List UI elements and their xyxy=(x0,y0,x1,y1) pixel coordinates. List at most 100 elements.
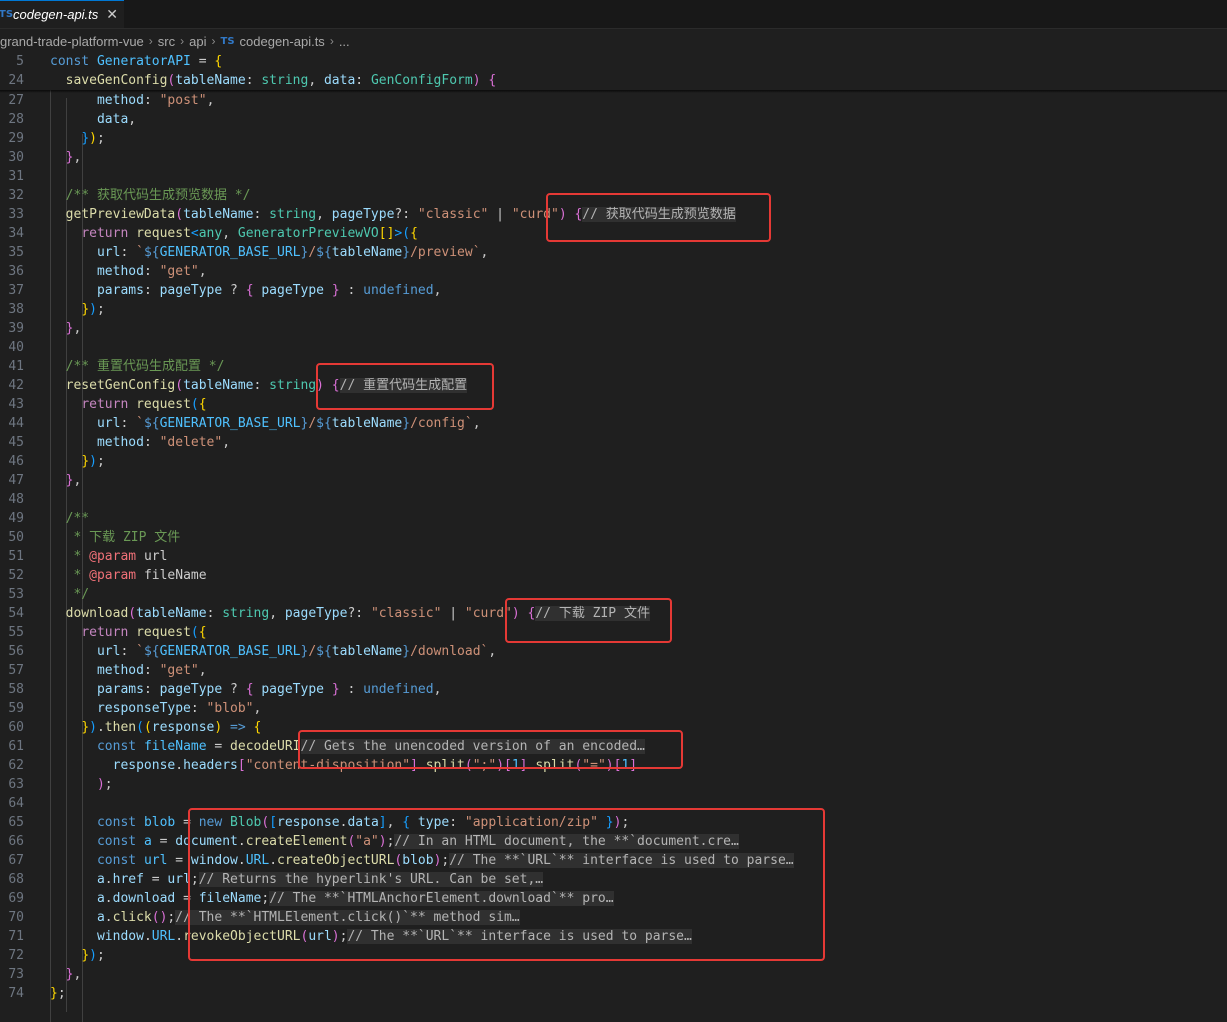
code-line[interactable]: 35 url: `${GENERATOR_BASE_URL}/${tableNa… xyxy=(0,243,1227,262)
line-number: 46 xyxy=(8,454,24,469)
breadcrumb-item-symbols[interactable]: ... xyxy=(339,34,350,49)
code-line[interactable]: 48 xyxy=(0,490,1227,509)
code-line[interactable]: 24 saveGenConfig(tableName: string, data… xyxy=(0,71,1227,90)
code-line[interactable]: 38 }); xyxy=(0,300,1227,319)
typescript-file-icon: TS xyxy=(220,35,235,47)
line-number: 28 xyxy=(8,112,24,127)
line-number: 61 xyxy=(8,739,24,754)
line-number: 58 xyxy=(8,682,24,697)
code-line[interactable]: 5 const GeneratorAPI = { xyxy=(0,52,1227,71)
code-text: }, xyxy=(65,150,82,165)
line-number: 54 xyxy=(8,606,24,621)
chevron-right-icon: › xyxy=(180,34,185,48)
code-text: return request({ xyxy=(81,397,207,412)
line-number: 5 xyxy=(16,54,24,69)
line-number: 37 xyxy=(8,283,24,298)
code-line[interactable]: 44 url: `${GENERATOR_BASE_URL}/${tableNa… xyxy=(0,414,1227,433)
breadcrumb-item-api[interactable]: api xyxy=(189,34,206,49)
code-line[interactable]: 74}; xyxy=(0,984,1227,1003)
line-number: 51 xyxy=(8,549,24,564)
breadcrumb-item-file[interactable]: codegen-api.ts xyxy=(240,34,325,49)
close-icon[interactable]: ✕ xyxy=(106,7,118,23)
code-line[interactable]: 56 url: `${GENERATOR_BASE_URL}/${tableNa… xyxy=(0,642,1227,661)
code-line[interactable]: 49 /** xyxy=(0,509,1227,528)
line-number: 39 xyxy=(8,321,24,336)
line-number: 42 xyxy=(8,378,24,393)
code-line[interactable]: 51 * @param url xyxy=(0,547,1227,566)
code-line[interactable]: 57 method: "get", xyxy=(0,661,1227,680)
line-number: 29 xyxy=(8,131,24,146)
code-text: const GeneratorAPI = { xyxy=(50,54,223,69)
code-text: url: `${GENERATOR_BASE_URL}/${tableName}… xyxy=(96,644,497,659)
code-text: }, xyxy=(65,967,82,982)
line-number: 33 xyxy=(8,207,24,222)
code-line[interactable]: 47 }, xyxy=(0,471,1227,490)
line-number: 59 xyxy=(8,701,24,716)
line-number: 68 xyxy=(8,872,24,887)
breadcrumb-item-project[interactable]: grand-trade-platform-vue xyxy=(0,34,144,49)
code-text: }; xyxy=(50,986,66,1001)
line-number: 53 xyxy=(8,587,24,602)
code-line[interactable]: 42 resetGenConfig(tableName: string) {//… xyxy=(0,376,1227,395)
code-line[interactable]: 45 method: "delete", xyxy=(0,433,1227,452)
line-number: 34 xyxy=(8,226,24,241)
chevron-right-icon: › xyxy=(211,34,216,48)
code-text: }); xyxy=(81,302,105,317)
code-line[interactable]: 41 /** 重置代码生成配置 */ xyxy=(0,357,1227,376)
sticky-scroll-divider xyxy=(0,90,1227,93)
annotation-box-3 xyxy=(505,598,672,643)
line-number: 40 xyxy=(8,340,24,355)
annotation-box-4 xyxy=(298,730,683,769)
line-number: 63 xyxy=(8,777,24,792)
code-line[interactable]: 50 * 下载 ZIP 文件 xyxy=(0,528,1227,547)
breadcrumb: grand-trade-platform-vue › src › api › T… xyxy=(0,28,350,54)
line-number: 70 xyxy=(8,910,24,925)
code-text: responseType: "blob", xyxy=(96,701,262,716)
code-text: saveGenConfig(tableName: string, data: G… xyxy=(65,73,497,88)
code-text: }, xyxy=(65,321,82,336)
code-line[interactable]: 40 xyxy=(0,338,1227,357)
line-number: 38 xyxy=(8,302,24,317)
code-line[interactable]: 43 return request({ xyxy=(0,395,1227,414)
code-text: method: "post", xyxy=(96,93,215,108)
code-line[interactable]: 58 params: pageType ? { pageType } : und… xyxy=(0,680,1227,699)
line-number: 43 xyxy=(8,397,24,412)
code-text: params: pageType ? { pageType } : undefi… xyxy=(96,283,442,298)
line-number: 24 xyxy=(8,73,24,88)
code-text: url: `${GENERATOR_BASE_URL}/${tableName}… xyxy=(96,416,481,431)
code-line[interactable]: 36 method: "get", xyxy=(0,262,1227,281)
line-number: 52 xyxy=(8,568,24,583)
line-number: 67 xyxy=(8,853,24,868)
code-line[interactable]: 37 params: pageType ? { pageType } : und… xyxy=(0,281,1227,300)
code-line[interactable]: 27 method: "post", xyxy=(0,91,1227,110)
tab-codegen-api[interactable]: TS codegen-api.ts ✕ xyxy=(0,0,124,28)
code-text: */ xyxy=(65,587,90,602)
code-line[interactable]: 28 data, xyxy=(0,110,1227,129)
code-line[interactable]: 63 ); xyxy=(0,775,1227,794)
annotation-box-1 xyxy=(546,193,771,242)
line-number: 56 xyxy=(8,644,24,659)
editor-tab-bar: TS codegen-api.ts ✕ xyxy=(0,0,1227,29)
code-line[interactable]: 30 }, xyxy=(0,148,1227,167)
code-text: }, xyxy=(65,473,82,488)
code-line[interactable]: 73 }, xyxy=(0,965,1227,984)
line-number: 60 xyxy=(8,720,24,735)
line-number: 66 xyxy=(8,834,24,849)
code-line[interactable]: 31 xyxy=(0,167,1227,186)
chevron-right-icon: › xyxy=(329,34,334,48)
code-line[interactable]: 52 * @param fileName xyxy=(0,566,1227,585)
line-number: 45 xyxy=(8,435,24,450)
code-line[interactable]: 29 }); xyxy=(0,129,1227,148)
code-text: data, xyxy=(96,112,137,127)
line-number: 31 xyxy=(8,169,24,184)
code-text: method: "get", xyxy=(96,264,207,279)
code-text: method: "delete", xyxy=(96,435,231,450)
code-line[interactable]: 46 }); xyxy=(0,452,1227,471)
line-number: 69 xyxy=(8,891,24,906)
code-line[interactable]: 39 }, xyxy=(0,319,1227,338)
code-text: /** xyxy=(65,511,90,526)
code-line[interactable]: 59 responseType: "blob", xyxy=(0,699,1227,718)
code-text: method: "get", xyxy=(96,663,207,678)
breadcrumb-item-src[interactable]: src xyxy=(158,34,175,49)
code-text: return request({ xyxy=(81,625,207,640)
